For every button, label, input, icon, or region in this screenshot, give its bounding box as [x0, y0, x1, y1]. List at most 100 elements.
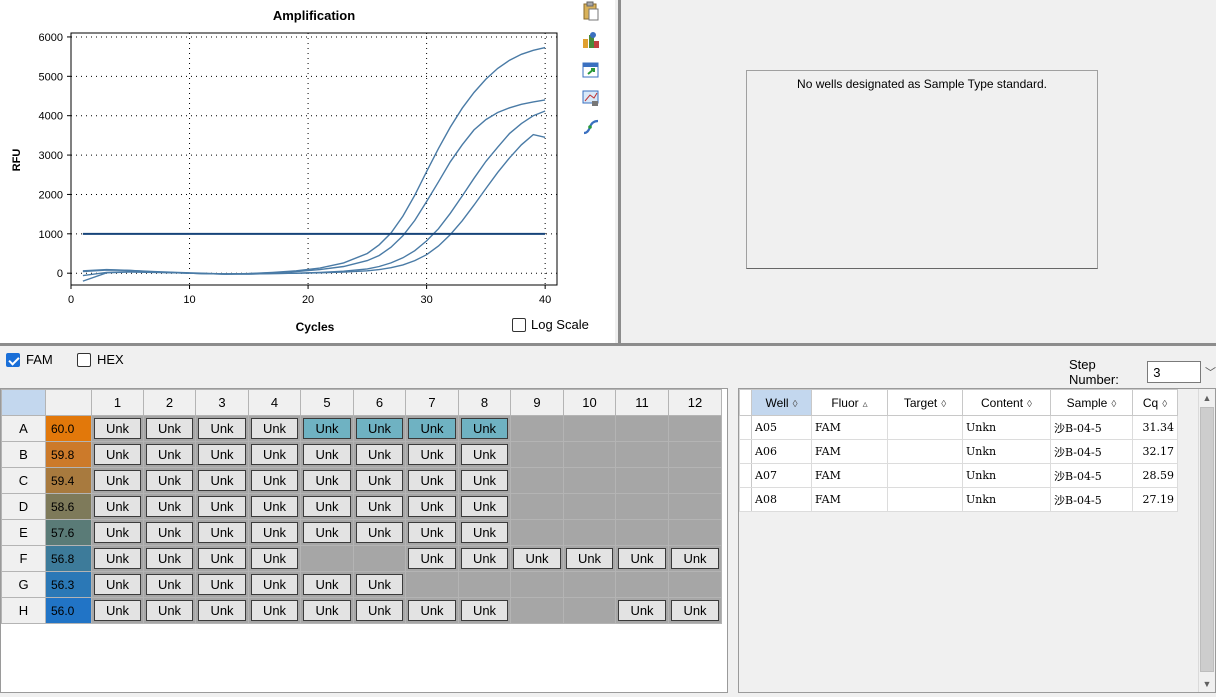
plate-well[interactable]: Unk	[353, 441, 406, 468]
fluor-fam[interactable]: FAM	[6, 352, 53, 367]
well-content[interactable]: Unk	[408, 444, 456, 465]
well-content[interactable]: Unk	[198, 600, 246, 621]
plate-well[interactable]: Unk	[405, 467, 459, 494]
plate-well[interactable]: Unk	[353, 415, 406, 442]
plate-well[interactable]: Unk	[248, 493, 301, 520]
row-selector[interactable]	[739, 463, 752, 488]
plate-well[interactable]: Unk	[405, 441, 459, 468]
plate-well[interactable]	[510, 597, 564, 624]
plate-column-header[interactable]: 6	[353, 389, 406, 416]
plate-well[interactable]: Unk	[405, 493, 459, 520]
well-content[interactable]: Unk	[303, 470, 351, 491]
plate-well[interactable]: Unk	[300, 415, 354, 442]
row-selector[interactable]	[739, 439, 752, 464]
plate-well[interactable]: Unk	[143, 545, 196, 572]
plate-well[interactable]	[615, 441, 669, 468]
plate-column-header[interactable]: 10	[563, 389, 616, 416]
plate-well[interactable]: Unk	[300, 441, 354, 468]
well-content[interactable]: Unk	[356, 574, 403, 595]
plate-column-header[interactable]: 4	[248, 389, 301, 416]
plate-row-header[interactable]: E	[1, 519, 46, 546]
sort-icon[interactable]: ▵	[863, 399, 868, 410]
plate-well[interactable]: Unk	[91, 571, 144, 598]
plate-well[interactable]: Unk	[300, 571, 354, 598]
plate-well[interactable]	[510, 519, 564, 546]
plate-well[interactable]	[615, 571, 669, 598]
well-content[interactable]: Unk	[251, 470, 298, 491]
plate-well[interactable]	[510, 415, 564, 442]
plate-well[interactable]: Unk	[91, 441, 144, 468]
plate-well[interactable]: Unk	[353, 519, 406, 546]
plate-well[interactable]: Unk	[353, 597, 406, 624]
plate-well[interactable]	[563, 493, 616, 520]
well-content[interactable]: Unk	[251, 522, 298, 543]
well-content[interactable]: Unk	[356, 444, 403, 465]
plate-well[interactable]: Unk	[353, 467, 406, 494]
results-column-header[interactable]: Well ◊	[751, 389, 812, 416]
plate-well[interactable]	[615, 493, 669, 520]
well-content[interactable]: Unk	[146, 470, 193, 491]
well-content[interactable]: Unk	[356, 522, 403, 543]
sort-icon[interactable]: ◊	[1111, 399, 1116, 410]
well-content[interactable]: Unk	[198, 548, 246, 569]
plate-well[interactable]: Unk	[91, 467, 144, 494]
plate-well[interactable]: Unk	[248, 415, 301, 442]
plate-row-header[interactable]: H	[1, 597, 46, 624]
plate-column-header[interactable]: 1	[91, 389, 144, 416]
plate-column-header[interactable]: 11	[615, 389, 669, 416]
plate-well[interactable]: Unk	[195, 467, 249, 494]
well-content[interactable]: Unk	[618, 600, 666, 621]
plate-well[interactable]	[563, 571, 616, 598]
well-content[interactable]: Unk	[461, 600, 508, 621]
plate-well[interactable]: Unk	[458, 467, 511, 494]
well-content[interactable]: Unk	[146, 574, 193, 595]
well-content[interactable]: Unk	[671, 548, 719, 569]
curve-analysis-icon[interactable]	[580, 116, 602, 138]
plate-well[interactable]: Unk	[668, 545, 722, 572]
well-content[interactable]: Unk	[251, 496, 298, 517]
well-content[interactable]: Unk	[198, 444, 246, 465]
plate-well[interactable]: Unk	[91, 597, 144, 624]
plate-well[interactable]	[668, 571, 722, 598]
plate-well[interactable]: Unk	[143, 441, 196, 468]
plate-well[interactable]: Unk	[248, 597, 301, 624]
plate-well[interactable]: Unk	[458, 415, 511, 442]
plate-well[interactable]	[615, 519, 669, 546]
well-content[interactable]: Unk	[303, 600, 351, 621]
results-column-header[interactable]: Fluor ▵	[811, 389, 888, 416]
export-chart-icon[interactable]	[580, 29, 602, 51]
plate-well[interactable]	[668, 519, 722, 546]
well-content[interactable]: Unk	[146, 496, 193, 517]
results-column-header[interactable]: Target ◊	[887, 389, 963, 416]
well-content[interactable]: Unk	[94, 496, 141, 517]
plate-well[interactable]: Unk	[353, 571, 406, 598]
plate-well[interactable]: Unk	[143, 493, 196, 520]
well-content[interactable]: Unk	[303, 574, 351, 595]
step-number-select[interactable]: 3	[1147, 361, 1201, 383]
plate-well[interactable]	[300, 545, 354, 572]
plate-well[interactable]: Unk	[248, 571, 301, 598]
plate-well[interactable]: Unk	[143, 519, 196, 546]
well-content[interactable]: Unk	[671, 600, 719, 621]
plate-well[interactable]: Unk	[615, 597, 669, 624]
well-content[interactable]: Unk	[356, 470, 403, 491]
plate-well[interactable]	[563, 597, 616, 624]
well-content[interactable]: Unk	[251, 574, 298, 595]
chevron-down-icon[interactable]: ﹀	[1205, 364, 1216, 380]
scroll-thumb[interactable]	[1200, 407, 1214, 672]
plate-well[interactable]	[458, 571, 511, 598]
plate-column-header[interactable]: 12	[668, 389, 722, 416]
scroll-up-icon[interactable]: ▲	[1199, 389, 1215, 406]
well-content[interactable]: Unk	[461, 418, 508, 439]
well-content[interactable]: Unk	[618, 548, 666, 569]
well-content[interactable]: Unk	[408, 496, 456, 517]
well-content[interactable]: Unk	[251, 548, 298, 569]
well-content[interactable]: Unk	[408, 522, 456, 543]
results-row[interactable]: A05 FAM Unkn 沙B-04-5 31.34	[739, 415, 1178, 440]
plate-well[interactable]: Unk	[195, 597, 249, 624]
plate-well[interactable]	[563, 519, 616, 546]
well-content[interactable]: Unk	[356, 600, 403, 621]
well-content[interactable]: Unk	[461, 496, 508, 517]
plate-well[interactable]	[510, 467, 564, 494]
plate-well[interactable]	[405, 571, 459, 598]
